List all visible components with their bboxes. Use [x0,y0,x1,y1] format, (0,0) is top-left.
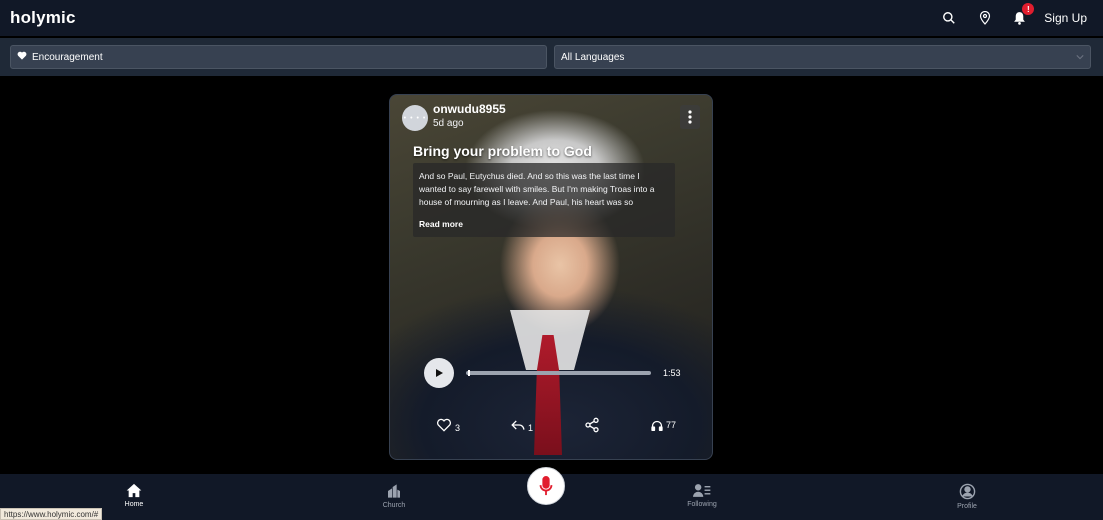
church-building-icon [388,484,400,498]
location-icon[interactable] [972,5,998,31]
notification-bell-icon[interactable]: ! [1006,3,1035,31]
reply-button[interactable]: 1 [511,418,533,433]
reply-count: 1 [528,422,534,433]
logo[interactable]: holymic [10,8,76,28]
play-button[interactable] [424,358,454,388]
nav-profile-label: Profile [957,503,977,510]
audio-player: 1:53 [424,358,694,388]
nav-church[interactable]: Church [364,483,424,509]
category-select[interactable]: Encouragement [10,45,547,69]
notification-badge: ! [1022,3,1035,15]
nav-home-label: Home [124,501,144,508]
listen-count: 77 [665,420,676,430]
post-username[interactable]: onwudu8955 [433,102,506,116]
post-time: 5d ago [433,118,464,129]
status-bar-url: https://www.holymic.com/# [0,508,103,520]
language-label: All Languages [561,51,625,63]
nav-following[interactable]: Following [672,483,732,508]
top-actions: ! Sign Up [934,3,1093,31]
headphones-icon [651,420,663,431]
home-icon [126,483,142,498]
audio-progress-handle[interactable] [467,370,470,376]
profile-icon [959,483,975,500]
more-vertical-icon [688,110,692,124]
audio-progress-track[interactable] [466,370,651,376]
top-bar: holymic ! Sign Up [0,0,1103,36]
post-card[interactable]: • • • • onwudu8955 5d ago Bring your pro… [389,94,713,460]
sign-up-link[interactable]: Sign Up [1044,11,1087,25]
more-options-button[interactable] [680,105,700,129]
search-icon[interactable] [936,5,962,31]
reply-icon [511,420,525,430]
post-excerpt-box: And so Paul, Eutychus died. And so this … [413,163,675,237]
feed: • • • • onwudu8955 5d ago Bring your pro… [0,76,1103,474]
nav-home[interactable]: Home [104,483,164,508]
play-icon [436,369,443,377]
nav-profile[interactable]: Profile [937,483,997,510]
post-excerpt: And so Paul, Eutychus died. And so this … [419,171,655,207]
category-label: Encouragement [32,51,103,63]
following-icon [693,484,711,497]
avatar[interactable]: • • • • [402,105,428,131]
like-button[interactable]: 3 [436,418,460,433]
post-actions: 3 1 77 [436,417,676,433]
record-button[interactable] [527,467,565,505]
filter-bar: Encouragement All Languages [0,38,1103,76]
microphone-icon [539,476,553,496]
share-icon [585,417,599,433]
heart-outline-icon [437,418,451,432]
heart-icon [17,51,27,63]
like-count: 3 [455,422,461,433]
share-button[interactable] [584,417,600,433]
nav-following-label: Following [687,501,717,508]
nav-church-label: Church [382,502,406,509]
audio-duration: 1:53 [663,368,681,378]
listens-counter: 77 [651,420,676,431]
post-title: Bring your problem to God [413,143,592,159]
read-more-link[interactable]: Read more [419,219,669,229]
language-select[interactable]: All Languages [554,45,1091,69]
chevron-down-icon [1076,52,1084,63]
